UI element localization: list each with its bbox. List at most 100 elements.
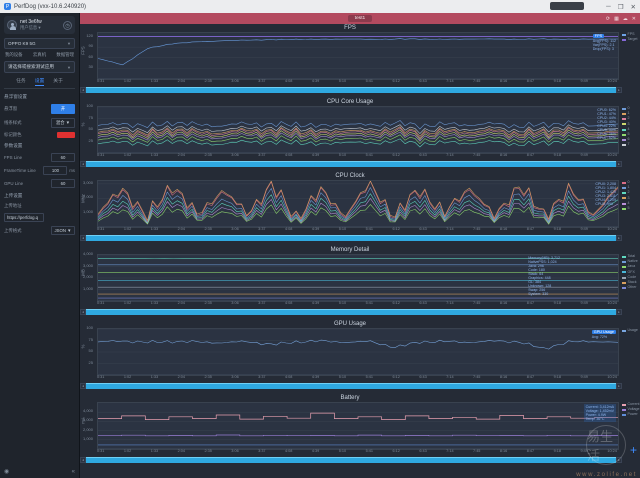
- chart-panel-battery: Battery mA 4,0003,0002,0001,000 Current:…: [80, 394, 640, 468]
- gpu-line-input[interactable]: 60: [51, 179, 75, 188]
- series-legend[interactable]: CurrentVoltagePower: [622, 403, 640, 419]
- legend-item: 2: [622, 191, 640, 195]
- x-tick: 5:10: [339, 375, 346, 381]
- legend-item: GFX: [622, 271, 640, 275]
- time-scrollbar[interactable]: ◂ ▸: [80, 235, 622, 241]
- x-tick: 5:10: [339, 301, 346, 307]
- settings-group-title: 上传设置: [4, 193, 75, 199]
- scroll-right-arrow[interactable]: ▸: [616, 87, 622, 93]
- series-legend[interactable]: FPSTarget: [622, 33, 640, 43]
- fps-line-input[interactable]: 60: [51, 153, 75, 162]
- chart-canvas: [98, 181, 618, 227]
- time-scrollbar[interactable]: ◂ ▸: [80, 457, 622, 463]
- y-axis-ticks: 120906030: [80, 32, 95, 78]
- series-legend[interactable]: TotalNativeJavaGFXCodeStackOther: [622, 255, 640, 291]
- scrollbar-thumb[interactable]: [86, 235, 616, 241]
- x-tick: 9:49: [580, 449, 587, 455]
- frametime-line-label: FrameTime Line: [4, 168, 36, 173]
- x-axis-ticks: 0:311:021:332:042:353:063:374:084:395:10…: [97, 375, 617, 381]
- series-legend[interactable]: 01234567: [622, 107, 640, 149]
- legend-item: 7: [622, 143, 640, 147]
- x-tick: 4:39: [312, 153, 319, 159]
- series-legend[interactable]: Usage: [622, 329, 640, 334]
- x-tick: 7:14: [446, 449, 453, 455]
- scroll-right-arrow[interactable]: ▸: [616, 235, 622, 241]
- scroll-right-arrow[interactable]: ▸: [616, 309, 622, 315]
- charts-area: FPS FPS 120906030 FPSAvg(FPS): 112Var(FP…: [80, 24, 640, 478]
- collapse-sidebar-button[interactable]: «: [72, 469, 75, 475]
- scrollbar-thumb[interactable]: [86, 309, 616, 315]
- grid-icon[interactable]: ▦: [614, 16, 619, 22]
- x-tick: 10:24: [607, 449, 617, 455]
- scroll-right-arrow[interactable]: ▸: [616, 383, 622, 389]
- case-tab[interactable]: test1: [348, 15, 372, 22]
- x-tick: 2:04: [178, 227, 185, 233]
- chart-title: CPU Core Usage: [80, 98, 620, 106]
- chart-panel-cpu-clock: CPU Clock MHz 3,0002,0001,000 CPU0: 2,20…: [80, 172, 640, 246]
- x-tick: 5:41: [366, 79, 373, 85]
- line-style-select[interactable]: 混合 ▼: [51, 118, 75, 128]
- tab-settings[interactable]: 设置: [35, 77, 45, 86]
- x-tick: 6:12: [392, 227, 399, 233]
- x-tick: 6:12: [392, 153, 399, 159]
- x-tick: 4:08: [285, 79, 292, 85]
- upload-format-select[interactable]: JSON ▼: [51, 226, 75, 235]
- x-tick: 3:37: [258, 301, 265, 307]
- time-scrollbar[interactable]: ◂ ▸: [80, 309, 622, 315]
- scrollbar-thumb[interactable]: [86, 87, 616, 93]
- scrollbar-thumb[interactable]: [86, 161, 616, 167]
- legend-item: 1: [622, 186, 640, 190]
- close-button[interactable]: ✕: [631, 3, 636, 11]
- scrollbar-thumb[interactable]: [86, 383, 616, 389]
- device-select[interactable]: OPPO K9 5G ▼: [4, 38, 75, 49]
- x-tick: 2:04: [178, 375, 185, 381]
- cloud-icon[interactable]: ☁: [623, 16, 628, 22]
- scroll-right-arrow[interactable]: ▸: [616, 161, 622, 167]
- close-tab-icon[interactable]: ✕: [632, 16, 636, 22]
- source-tab-cloud[interactable]: 云真机: [33, 52, 46, 58]
- app-select[interactable]: 请选择或搜索测试应用 ▼: [4, 61, 75, 73]
- scroll-right-arrow[interactable]: ▸: [616, 457, 622, 463]
- plot-area[interactable]: GPU UsageAvg: 72%: [97, 328, 619, 376]
- legend-color-chip: [622, 208, 626, 210]
- x-tick: 5:10: [339, 227, 346, 233]
- upload-url-input[interactable]: https://perfdog.q: [4, 213, 44, 222]
- support-icon[interactable]: ◉: [4, 468, 9, 475]
- add-chart-button[interactable]: +: [630, 444, 637, 456]
- x-tick: 7:45: [473, 79, 480, 85]
- plot-area[interactable]: Current: 3,412mAVoltage: 1,452mVPower: 4…: [97, 402, 619, 450]
- series-legend[interactable]: 012345: [622, 181, 640, 212]
- marker-color-swatch[interactable]: [57, 132, 75, 138]
- legend-stats: FPSAvg(FPS): 112Var(FPS): 2.1Drop(FPS): …: [593, 34, 616, 51]
- case-tab-bar: test1 ⟳ ▦ ☁ ✕: [80, 13, 640, 24]
- user-card[interactable]: net 3e6fw 用户信息 ▾ ◷: [4, 16, 75, 34]
- time-scrollbar[interactable]: ◂ ▸: [80, 161, 622, 167]
- legend-color-chip: [622, 134, 626, 136]
- minimize-button[interactable]: ─: [606, 3, 611, 10]
- frametime-line-input[interactable]: 100: [43, 166, 67, 175]
- x-tick: 10:24: [607, 79, 617, 85]
- x-tick: 6:43: [419, 449, 426, 455]
- x-tick: 4:39: [312, 375, 319, 381]
- source-tab-data[interactable]: 数据管理: [56, 52, 74, 58]
- x-tick: 6:43: [419, 79, 426, 85]
- overlay-toggle[interactable]: 开: [51, 104, 75, 114]
- x-tick: 9:18: [554, 79, 561, 85]
- source-tab-local[interactable]: 我的设备: [5, 52, 23, 58]
- plot-area[interactable]: Memory(MB): 3,712NativePSS: 1,024Java: 2…: [97, 254, 619, 302]
- tab-task[interactable]: 任务: [16, 77, 26, 86]
- maximize-button[interactable]: ❐: [618, 3, 624, 11]
- legend-color-chip: [622, 197, 626, 199]
- legend-color-chip: [622, 187, 626, 189]
- time-scrollbar[interactable]: ◂ ▸: [80, 383, 622, 389]
- time-scrollbar[interactable]: ◂ ▸: [80, 87, 622, 93]
- refresh-icon[interactable]: ⟳: [606, 16, 610, 22]
- plot-area[interactable]: FPSAvg(FPS): 112Var(FPS): 2.1Drop(FPS): …: [97, 32, 619, 80]
- scrollbar-thumb[interactable]: [86, 457, 616, 463]
- x-tick: 1:33: [151, 449, 158, 455]
- plot-area[interactable]: CPU0: 62%CPU1: 47%CPU2: 44%CPU3: 40%CPU4…: [97, 106, 619, 154]
- tab-about[interactable]: 关于: [53, 77, 63, 86]
- x-tick: 2:04: [178, 153, 185, 159]
- plot-area[interactable]: CPU0: 2,208CPU1: 1,804CPU2: 1,420CPU3: 2…: [97, 180, 619, 228]
- user-timer-icon[interactable]: ◷: [63, 21, 72, 30]
